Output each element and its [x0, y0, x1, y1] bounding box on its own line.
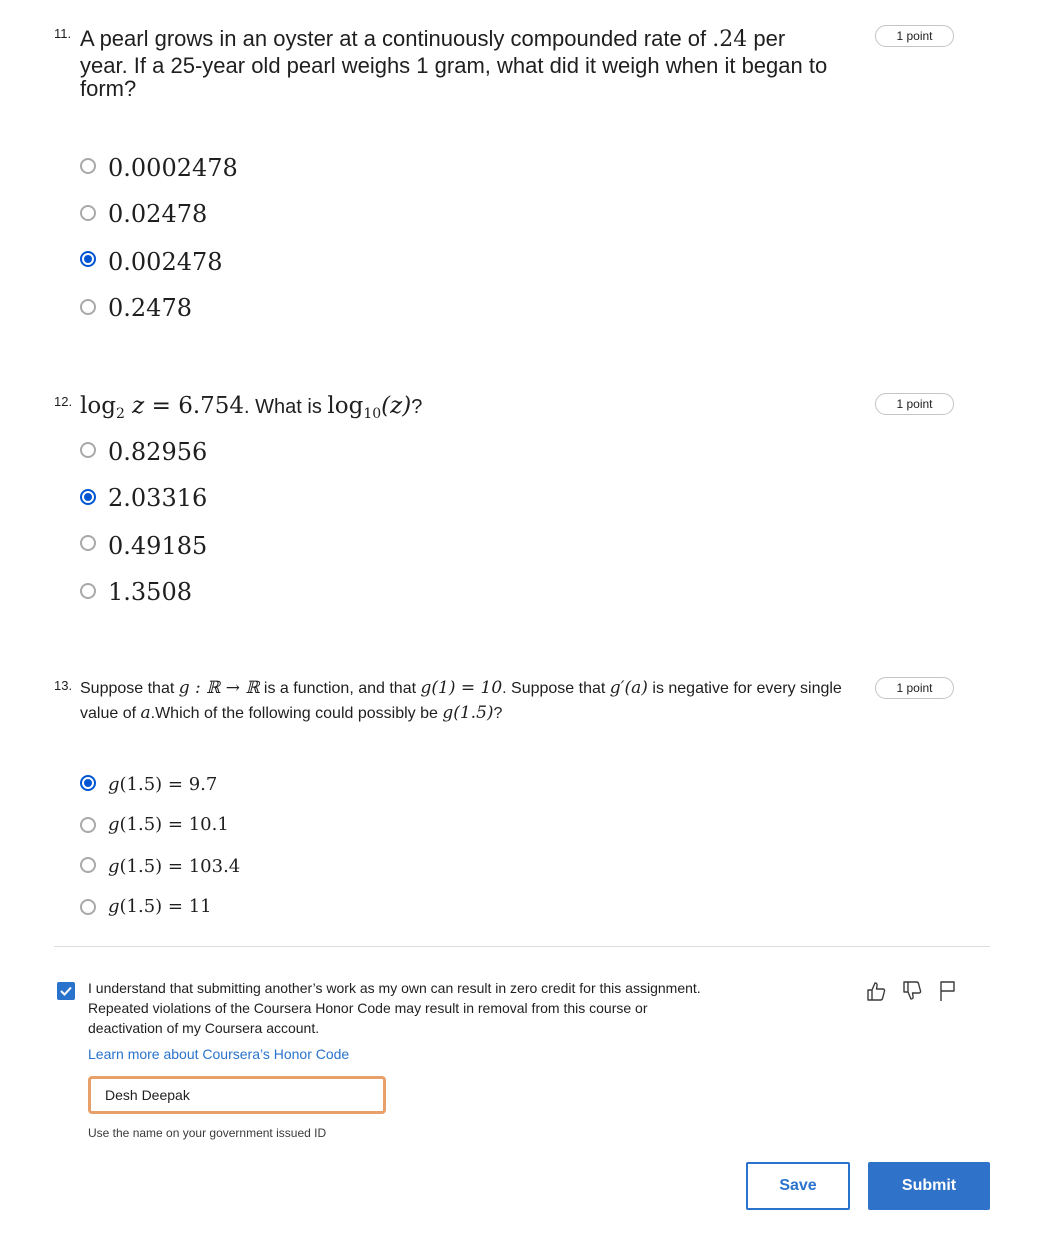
- q13-math-4: a: [140, 703, 151, 723]
- check-icon: [60, 986, 72, 996]
- q12-option-1-label[interactable]: 0.82956: [108, 438, 207, 466]
- q12-option-3-radio[interactable]: [80, 535, 96, 551]
- honor-statement-line-3: deactivation of my Coursera account.: [88, 1020, 320, 1036]
- q13-option-2-fn: g: [108, 814, 120, 835]
- q12-text-mid: . What is: [244, 396, 328, 418]
- q11-option-2-radio[interactable]: [80, 205, 96, 221]
- question-13-points-badge: 1 point: [875, 677, 954, 699]
- q12-log-b: log: [327, 393, 364, 419]
- q12-option-3-label[interactable]: 0.49185: [108, 532, 207, 560]
- q13-math-2: g(1) = 10: [420, 678, 503, 698]
- q12-option-2-radio[interactable]: [80, 489, 96, 505]
- q11-line1-b: per: [747, 26, 786, 51]
- q13-option-3-radio[interactable]: [80, 857, 96, 873]
- q12-log-a: log: [80, 393, 116, 419]
- q13-option-4-label[interactable]: g(1.5) = 11: [108, 896, 212, 917]
- legal-name-hint: Use the name on your government issued I…: [88, 1126, 327, 1140]
- q13-option-4-value: (1.5) = 11: [119, 896, 212, 917]
- q13-text-3: . Suppose that: [502, 680, 610, 697]
- q13-option-1-label[interactable]: g(1.5) = 9.7: [108, 774, 217, 795]
- flag-icon[interactable]: [937, 980, 959, 1002]
- q13-option-2-label[interactable]: g(1.5) = 10.1: [108, 814, 229, 835]
- q13-option-1-value: (1.5) = 9.7: [119, 774, 218, 795]
- q13-math-3: g′(a): [609, 678, 648, 698]
- q13-text-2: is a function, and that: [259, 680, 421, 697]
- question-13-text: Suppose that g : ℝ → ℝ is a function, an…: [80, 676, 842, 726]
- q11-option-3-radio[interactable]: [80, 251, 96, 267]
- q11-option-2-label[interactable]: 0.02478: [108, 200, 207, 228]
- q13-option-4-fn: g: [108, 896, 120, 917]
- q12-text-end: ?: [411, 396, 423, 418]
- q13-option-4-radio[interactable]: [80, 899, 96, 915]
- question-12-number: 12.: [54, 394, 73, 409]
- q13-text-7: ?: [493, 705, 503, 722]
- q13-option-3-fn: g: [108, 856, 120, 877]
- submit-button[interactable]: Submit: [868, 1162, 990, 1210]
- question-11-points-badge: 1 point: [875, 25, 954, 47]
- question-12-points-badge: 1 point: [875, 393, 954, 415]
- q11-line2: year. If a 25-year old pearl weighs 1 gr…: [80, 53, 828, 78]
- q12-var: z: [132, 393, 145, 419]
- honor-code-statement: I understand that submitting another’s w…: [88, 978, 768, 1038]
- question-11-number: 11.: [54, 26, 72, 41]
- question-12-text: log2 z = 6.754. What is log10(z)?: [80, 392, 422, 428]
- q11-option-3-label[interactable]: 0.002478: [108, 248, 223, 276]
- honor-statement-line-2: Repeated violations of the Coursera Hono…: [88, 1000, 648, 1016]
- q11-rate: .24: [712, 27, 748, 52]
- q13-text-4: is negative for every single: [647, 680, 842, 697]
- honor-code-checkbox[interactable]: [57, 982, 75, 1000]
- q12-option-4-label[interactable]: 1.3508: [108, 578, 192, 606]
- q12-base-2: 2: [115, 406, 125, 422]
- q11-line1-a: A pearl grows in an oyster at a continuo…: [80, 26, 713, 51]
- thumbs-down-icon[interactable]: [901, 980, 923, 1002]
- q13-math-5: g(1.5): [442, 703, 494, 723]
- q11-option-1-radio[interactable]: [80, 158, 96, 174]
- q13-option-3-label[interactable]: g(1.5) = 103.4: [108, 856, 240, 877]
- q13-option-2-radio[interactable]: [80, 817, 96, 833]
- q12-option-4-radio[interactable]: [80, 583, 96, 599]
- q13-math-1: g : ℝ → ℝ: [178, 678, 260, 698]
- honor-code-link[interactable]: Learn more about Coursera’s Honor Code: [88, 1046, 349, 1062]
- q12-arg: (z): [381, 393, 412, 419]
- q11-option-1-label[interactable]: 0.0002478: [108, 154, 238, 182]
- honor-statement-line-1: I understand that submitting another’s w…: [88, 980, 701, 996]
- q11-option-4-label[interactable]: 0.2478: [108, 294, 192, 322]
- save-button[interactable]: Save: [746, 1162, 850, 1210]
- q12-option-1-radio[interactable]: [80, 442, 96, 458]
- q13-option-1-fn: g: [108, 774, 120, 795]
- q13-option-3-value: (1.5) = 103.4: [119, 856, 241, 877]
- legal-name-input[interactable]: [88, 1076, 386, 1114]
- q12-option-2-label[interactable]: 2.03316: [108, 484, 207, 512]
- q13-option-2-value: (1.5) = 10.1: [119, 814, 229, 835]
- question-11-text: A pearl grows in an oyster at a continuo…: [80, 26, 870, 102]
- question-13-number: 13.: [54, 678, 73, 693]
- q13-text-6: .Which of the following could possibly b…: [150, 705, 443, 722]
- q12-base-10: 10: [363, 406, 382, 422]
- q12-eq: = 6.754: [144, 393, 245, 419]
- section-divider: [54, 946, 990, 947]
- q13-text-1: Suppose that: [80, 680, 179, 697]
- q11-option-4-radio[interactable]: [80, 299, 96, 315]
- q11-line3: form?: [80, 76, 137, 101]
- q13-text-5: value of: [80, 705, 141, 722]
- q13-option-1-radio[interactable]: [80, 775, 96, 791]
- thumbs-up-icon[interactable]: [865, 980, 887, 1002]
